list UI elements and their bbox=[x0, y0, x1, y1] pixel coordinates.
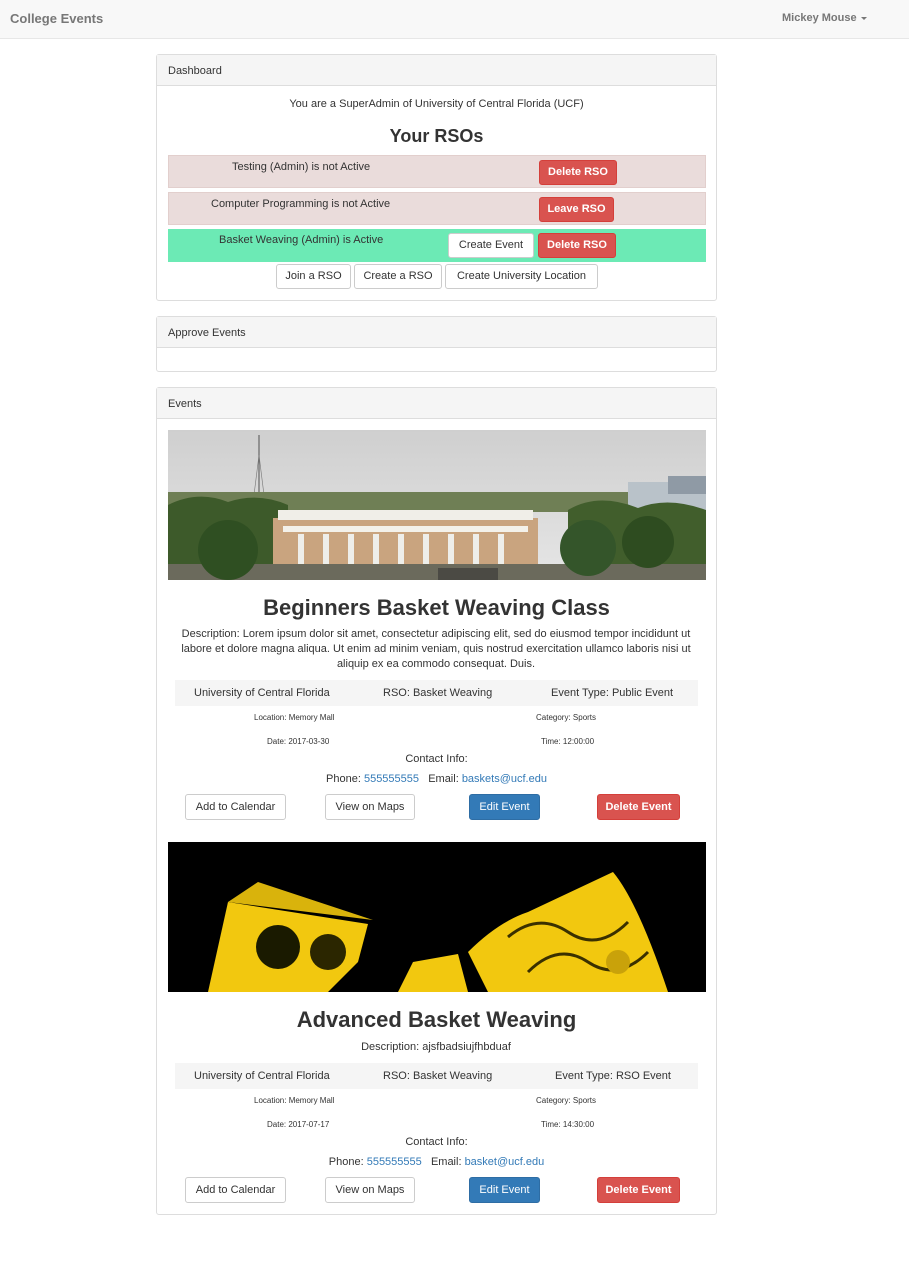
rso-label: Basket Weaving (Admin) is Active bbox=[219, 234, 384, 246]
events-heading: Events bbox=[157, 388, 716, 419]
contact-label: Contact Info: bbox=[405, 1136, 468, 1148]
events-panel: Events Beginners Basket Weaving Class De… bbox=[156, 387, 717, 1215]
navbar: College Events Mickey Mouse bbox=[0, 0, 909, 39]
event-title: Advanced Basket Weaving bbox=[296, 1007, 577, 1032]
delete-rso-button[interactable]: Delete RSO bbox=[538, 233, 616, 258]
delete-rso-button[interactable]: Delete RSO bbox=[539, 160, 617, 185]
phone-link[interactable]: 555555555 bbox=[364, 773, 419, 785]
rso-label: Testing (Admin) is not Active bbox=[232, 161, 371, 173]
event-rso: RSO: Basket Weaving bbox=[383, 687, 493, 699]
join-rso-button[interactable]: Join a RSO bbox=[276, 264, 351, 289]
event-description: Description: ajsfbadsiujfhbduaf bbox=[361, 1041, 511, 1053]
event-university: University of Central Florida bbox=[194, 1070, 330, 1082]
event-info-bar: University of Central Florida RSO: Baske… bbox=[175, 680, 698, 706]
event-university: University of Central Florida bbox=[194, 687, 330, 699]
event-category: Category: Sports bbox=[536, 1096, 597, 1105]
view-on-maps-button[interactable]: View on Maps bbox=[325, 1177, 415, 1203]
create-event-button[interactable]: Create Event bbox=[448, 233, 534, 258]
event-category: Category: Sports bbox=[536, 713, 597, 722]
contact-line: Phone: 555555555 Email: baskets@ucf.edu bbox=[157, 773, 716, 785]
delete-event-button[interactable]: Delete Event bbox=[597, 1177, 680, 1203]
dashboard-heading: Dashboard bbox=[157, 55, 716, 86]
view-on-maps-button[interactable]: View on Maps bbox=[325, 794, 415, 820]
event-info-bar: University of Central Florida RSO: Baske… bbox=[175, 1063, 698, 1089]
rso-row: Testing (Admin) is not Active Delete RSO bbox=[168, 155, 706, 188]
delete-event-button[interactable]: Delete Event bbox=[597, 794, 680, 820]
event-title: Beginners Basket Weaving Class bbox=[263, 595, 610, 620]
event-type: Event Type: RSO Event bbox=[555, 1070, 671, 1082]
email-link[interactable]: baskets@ucf.edu bbox=[462, 773, 547, 785]
user-name: Mickey Mouse bbox=[782, 12, 857, 24]
contact-label: Contact Info: bbox=[405, 753, 468, 765]
event-location: Location: Memory Mall bbox=[254, 1096, 335, 1105]
email-label: Email: bbox=[430, 1156, 462, 1168]
leave-rso-button[interactable]: Leave RSO bbox=[539, 197, 614, 222]
email-label: Email: bbox=[428, 773, 459, 785]
brand-link[interactable]: College Events bbox=[10, 11, 103, 26]
approve-events-panel: Approve Events bbox=[156, 316, 717, 372]
dashboard-panel: Dashboard You are a SuperAdmin of Univer… bbox=[156, 54, 717, 301]
edit-event-button[interactable]: Edit Event bbox=[469, 794, 540, 820]
event-date: Date: 2017-03-30 bbox=[267, 737, 330, 746]
role-text: You are a SuperAdmin of University of Ce… bbox=[289, 98, 584, 110]
event-location: Location: Memory Mall bbox=[254, 713, 335, 722]
create-rso-button[interactable]: Create a RSO bbox=[354, 264, 442, 289]
approve-events-heading: Approve Events bbox=[157, 317, 716, 348]
caret-down-icon bbox=[860, 16, 867, 20]
event-description: Description: Lorem ipsum dolor sit amet,… bbox=[181, 628, 691, 670]
event-image-campus bbox=[168, 430, 706, 580]
contact-line: Phone: 555555555 Email: basket@ucf.edu bbox=[157, 1156, 716, 1168]
event-time: Time: 14:30:00 bbox=[541, 1120, 595, 1129]
email-link[interactable]: basket@ucf.edu bbox=[465, 1156, 545, 1168]
event-time: Time: 12:00:00 bbox=[541, 737, 595, 746]
rso-row: Basket Weaving (Admin) is Active Create … bbox=[168, 229, 706, 262]
phone-link[interactable]: 555555555 bbox=[367, 1156, 422, 1168]
edit-event-button[interactable]: Edit Event bbox=[469, 1177, 540, 1203]
rso-row: Computer Programming is not Active Leave… bbox=[168, 192, 706, 225]
create-location-button[interactable]: Create University Location bbox=[445, 264, 598, 289]
event-date: Date: 2017-07-17 bbox=[267, 1120, 330, 1129]
event-image-abstract bbox=[168, 842, 706, 992]
rsos-title: Your RSOs bbox=[389, 126, 484, 146]
event-type: Event Type: Public Event bbox=[551, 687, 674, 699]
event-rso: RSO: Basket Weaving bbox=[383, 1070, 493, 1082]
add-to-calendar-button[interactable]: Add to Calendar bbox=[185, 1177, 286, 1203]
phone-label: Phone: bbox=[328, 1156, 364, 1168]
add-to-calendar-button[interactable]: Add to Calendar bbox=[185, 794, 286, 820]
phone-label: Phone: bbox=[326, 773, 361, 785]
user-menu-toggle[interactable]: Mickey Mouse bbox=[782, 12, 867, 24]
rso-label: Computer Programming is not Active bbox=[211, 198, 391, 210]
